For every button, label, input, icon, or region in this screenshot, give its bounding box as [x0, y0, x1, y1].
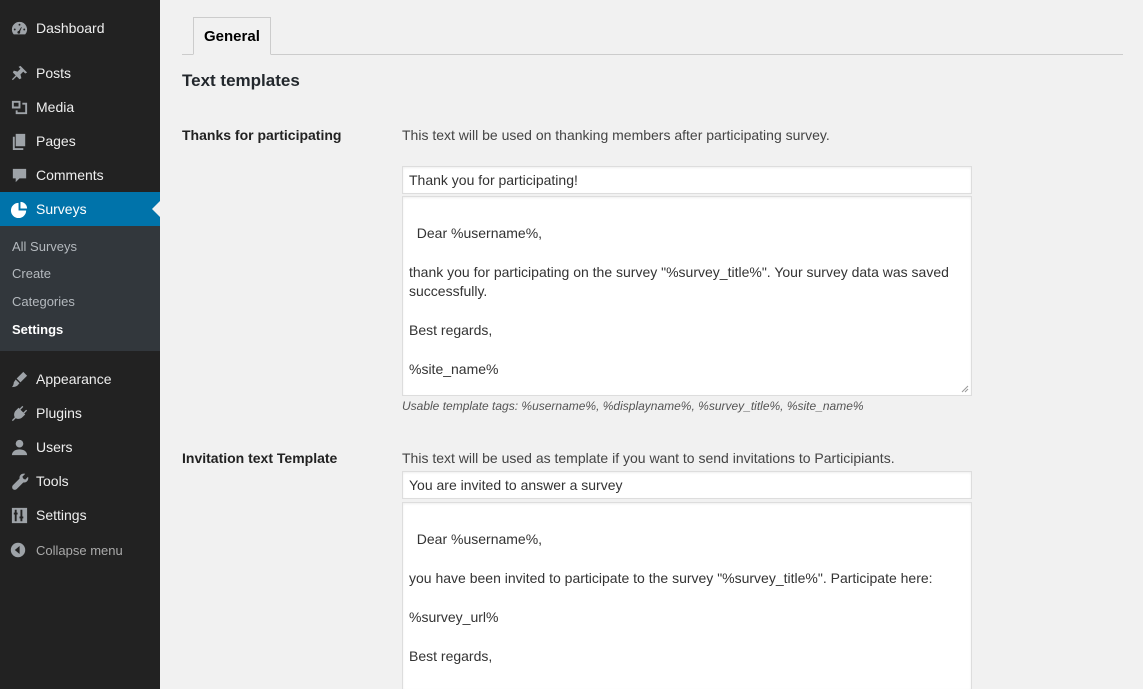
menu-item-label: Plugins — [36, 405, 82, 421]
collapse-arrow-icon — [0, 542, 36, 558]
submenu-item-create[interactable]: Create — [12, 266, 51, 281]
menu-item-label: Posts — [36, 65, 72, 81]
invitation-body-textarea[interactable]: Dear %username%, you have been invited t… — [402, 502, 972, 689]
pie-chart-icon — [0, 200, 36, 219]
thanks-field-label: Thanks for participating — [182, 127, 342, 143]
menu-item-label: Media — [36, 99, 75, 115]
menu-item-label: Appearance — [36, 371, 112, 387]
invitation-subject-input[interactable]: You are invited to answer a survey — [402, 471, 972, 499]
submenu-item-settings[interactable]: Settings — [12, 322, 63, 337]
dashboard-icon — [0, 19, 36, 38]
brush-icon — [0, 370, 36, 389]
thanks-description: This text will be used on thanking membe… — [402, 127, 830, 143]
menu-item-surveys[interactable]: Surveys — [0, 192, 160, 226]
submenu-item-categories[interactable]: Categories — [12, 294, 75, 309]
menu-item-label: Users — [36, 439, 73, 455]
menu-item-label: Comments — [36, 167, 104, 183]
menu-item-label: Tools — [36, 473, 69, 489]
collapse-menu-label: Collapse menu — [36, 542, 123, 558]
menu-item-users[interactable]: Users — [0, 430, 160, 464]
admin-sidebar: Dashboard Posts Media Pages Comments Sur… — [0, 0, 160, 689]
surveys-submenu: All Surveys Create Categories Settings — [0, 226, 160, 351]
wrench-icon — [0, 472, 36, 491]
thanks-body-text: Dear %username%, thank you for participa… — [409, 224, 949, 378]
comment-icon — [0, 166, 36, 185]
menu-item-label: Surveys — [36, 201, 87, 217]
menu-item-plugins[interactable]: Plugins — [0, 396, 160, 430]
menu-item-tools[interactable]: Tools — [0, 464, 160, 498]
menu-item-label: Dashboard — [36, 20, 105, 36]
menu-item-appearance[interactable]: Appearance — [0, 362, 160, 396]
menu-item-media[interactable]: Media — [0, 90, 160, 124]
thanks-body-textarea[interactable]: Dear %username%, thank you for participa… — [402, 196, 972, 396]
menu-item-label: Settings — [36, 507, 87, 523]
tab-general[interactable]: General — [193, 17, 271, 55]
invitation-body-text: Dear %username%, you have been invited t… — [409, 530, 933, 689]
pin-icon — [0, 64, 36, 83]
menu-item-settings[interactable]: Settings — [0, 498, 160, 532]
resize-handle-icon[interactable] — [959, 383, 969, 393]
menu-item-dashboard[interactable]: Dashboard — [0, 11, 160, 45]
menu-item-comments[interactable]: Comments — [0, 158, 160, 192]
invitation-field-label: Invitation text Template — [182, 450, 338, 466]
settings-icon — [0, 506, 36, 525]
thanks-template-tags-hint: Usable template tags: %username%, %displ… — [402, 399, 864, 413]
media-icon — [0, 98, 36, 117]
thanks-subject-input[interactable]: Thank you for participating! — [402, 166, 972, 194]
section-title: Text templates — [182, 71, 300, 90]
collapse-menu-button[interactable]: Collapse menu — [0, 538, 160, 562]
invitation-description: This text will be used as template if yo… — [402, 450, 895, 466]
tabs-divider — [182, 54, 1123, 55]
pages-icon — [0, 132, 36, 151]
menu-item-posts[interactable]: Posts — [0, 56, 160, 90]
submenu-item-all-surveys[interactable]: All Surveys — [12, 239, 77, 254]
menu-item-pages[interactable]: Pages — [0, 124, 160, 158]
menu-item-label: Pages — [36, 133, 76, 149]
plugin-icon — [0, 404, 36, 423]
user-icon — [0, 438, 36, 457]
